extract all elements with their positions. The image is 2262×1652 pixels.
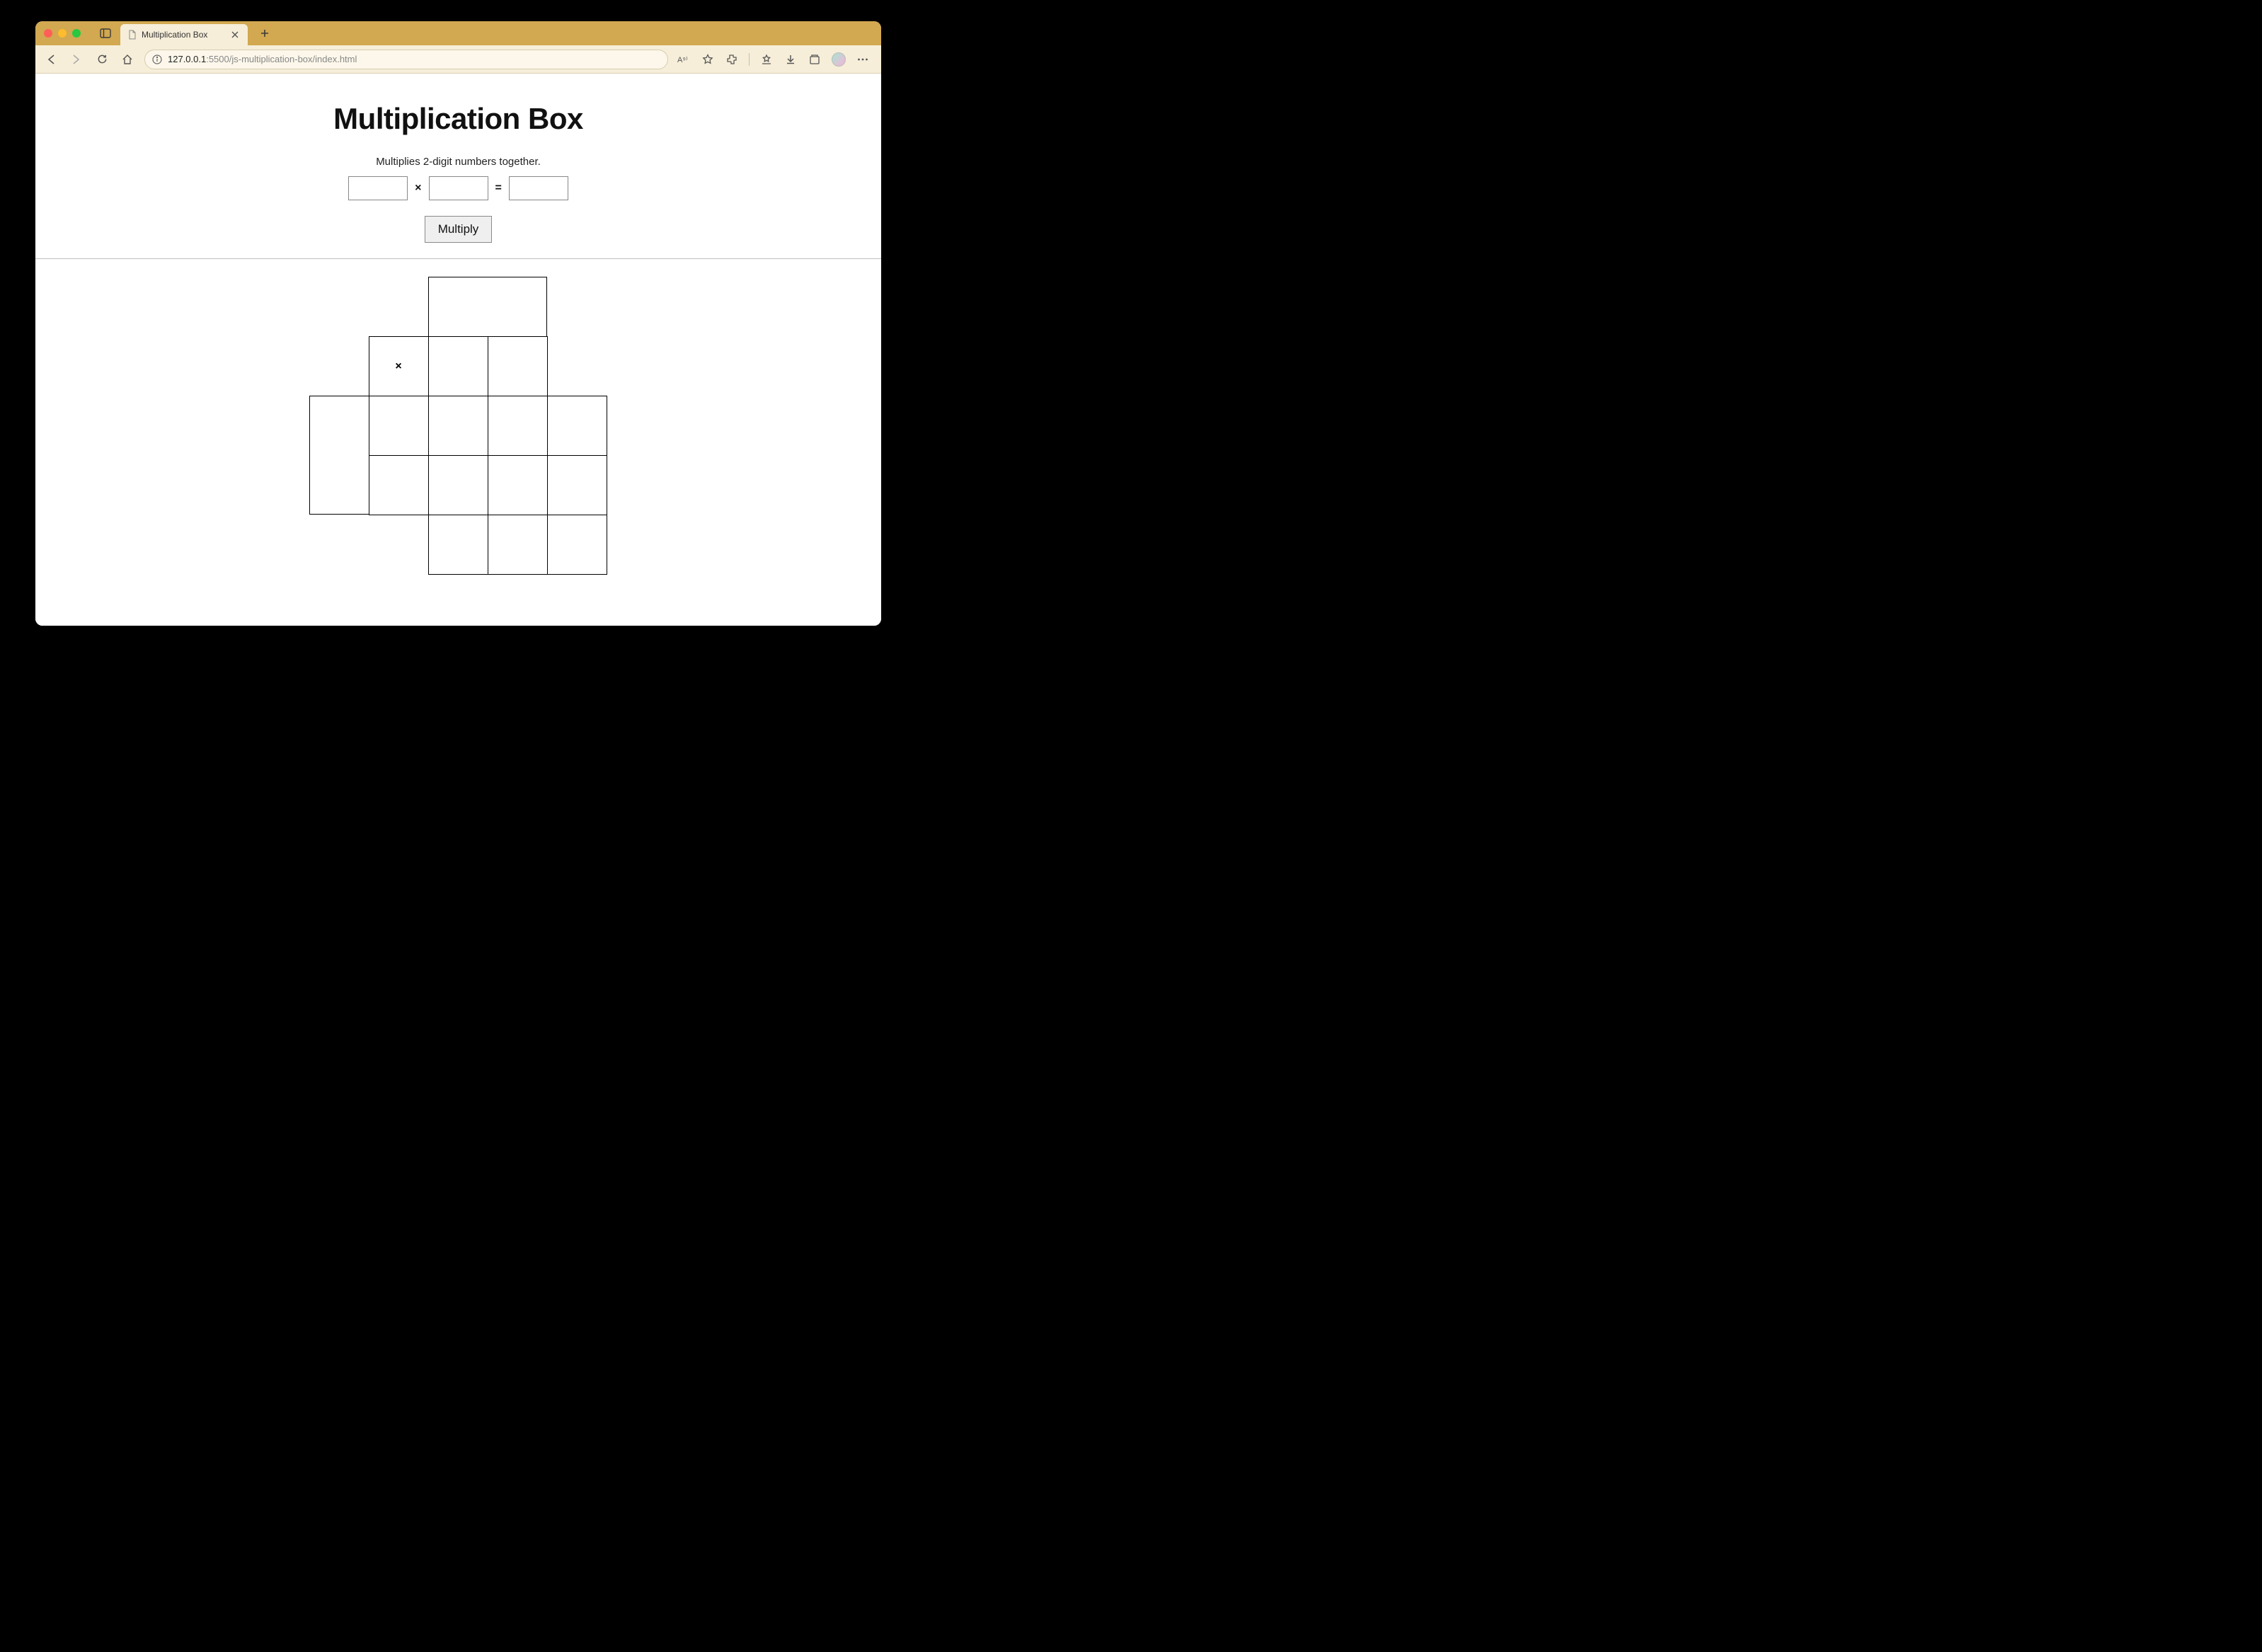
close-window-button[interactable] xyxy=(44,29,52,38)
grid-cell xyxy=(428,336,488,396)
grid-cell-multiplier xyxy=(309,396,369,515)
grid-cell xyxy=(369,455,429,515)
grid-empty xyxy=(310,515,369,575)
read-aloud-icon[interactable]: A⁹⁾ xyxy=(677,52,691,67)
grid-empty xyxy=(369,277,429,337)
favorite-icon[interactable] xyxy=(701,52,715,67)
operand-a-input[interactable] xyxy=(348,176,408,200)
grid-cell-times: × xyxy=(369,336,429,396)
grid-empty xyxy=(369,515,429,575)
grid-cell xyxy=(488,396,548,456)
multiplication-grid-wrap: × xyxy=(35,277,881,596)
grid-cell xyxy=(428,515,488,575)
grid-cell xyxy=(547,455,607,515)
grid-cell xyxy=(428,396,488,456)
address-bar[interactable]: 127.0.0.1:5500/js-multiplication-box/ind… xyxy=(144,50,668,69)
grid-times-symbol: × xyxy=(395,360,401,373)
grid-empty xyxy=(310,277,369,337)
section-divider xyxy=(35,258,881,259)
multiply-button[interactable]: Multiply xyxy=(425,216,493,243)
tab-bar: Multiplication Box xyxy=(35,21,881,45)
close-tab-button[interactable] xyxy=(229,29,241,40)
toolbar-right: A⁹⁾ xyxy=(677,52,874,67)
calc-row: × = xyxy=(35,176,881,200)
url-port: :5500 xyxy=(206,54,229,64)
site-info-icon[interactable] xyxy=(152,55,162,64)
grid-empty xyxy=(548,337,607,396)
multiplication-grid: × xyxy=(310,277,607,575)
grid-empty xyxy=(548,277,607,337)
collections-icon[interactable] xyxy=(808,52,822,67)
svg-text:A⁹⁾: A⁹⁾ xyxy=(677,56,688,64)
refresh-button[interactable] xyxy=(93,51,110,68)
grid-cell xyxy=(428,455,488,515)
home-button[interactable] xyxy=(119,51,136,68)
window-controls xyxy=(44,29,81,38)
grid-cell xyxy=(369,396,429,456)
page-title: Multiplication Box xyxy=(35,102,881,136)
grid-cell xyxy=(547,396,607,456)
page-subtitle: Multiplies 2-digit numbers together. xyxy=(35,156,881,168)
equals-symbol: = xyxy=(495,182,502,195)
back-button[interactable] xyxy=(42,51,59,68)
more-icon[interactable] xyxy=(856,52,870,67)
url-text: 127.0.0.1:5500/js-multiplication-box/ind… xyxy=(168,54,357,64)
tab-title: Multiplication Box xyxy=(142,30,207,40)
grid-empty xyxy=(310,337,369,396)
toolbar-divider xyxy=(749,53,750,66)
result-input[interactable] xyxy=(509,176,568,200)
times-symbol: × xyxy=(415,182,421,195)
tab-overview-icon[interactable] xyxy=(96,25,115,41)
grid-cell xyxy=(488,455,548,515)
button-row: Multiply xyxy=(35,216,881,243)
downloads-icon[interactable] xyxy=(783,52,798,67)
forward-button[interactable] xyxy=(68,51,85,68)
extensions-icon[interactable] xyxy=(725,52,739,67)
url-host: 127.0.0.1 xyxy=(168,54,206,64)
grid-cell xyxy=(488,515,548,575)
url-bar: 127.0.0.1:5500/js-multiplication-box/ind… xyxy=(35,45,881,74)
favorites-list-icon[interactable] xyxy=(759,52,774,67)
browser-tab[interactable]: Multiplication Box xyxy=(120,24,248,45)
url-path: /js-multiplication-box/index.html xyxy=(229,54,357,64)
profile-avatar[interactable] xyxy=(832,52,846,67)
grid-cell-multiplicand xyxy=(428,277,547,337)
grid-cell xyxy=(488,336,548,396)
browser-window: Multiplication Box 127.0.0.1:5500/ xyxy=(35,21,881,626)
document-icon xyxy=(127,30,137,40)
maximize-window-button[interactable] xyxy=(72,29,81,38)
minimize-window-button[interactable] xyxy=(58,29,67,38)
page-content: Multiplication Box Multiplies 2-digit nu… xyxy=(35,74,881,626)
grid-cell xyxy=(547,515,607,575)
new-tab-button[interactable] xyxy=(256,25,273,42)
operand-b-input[interactable] xyxy=(429,176,488,200)
